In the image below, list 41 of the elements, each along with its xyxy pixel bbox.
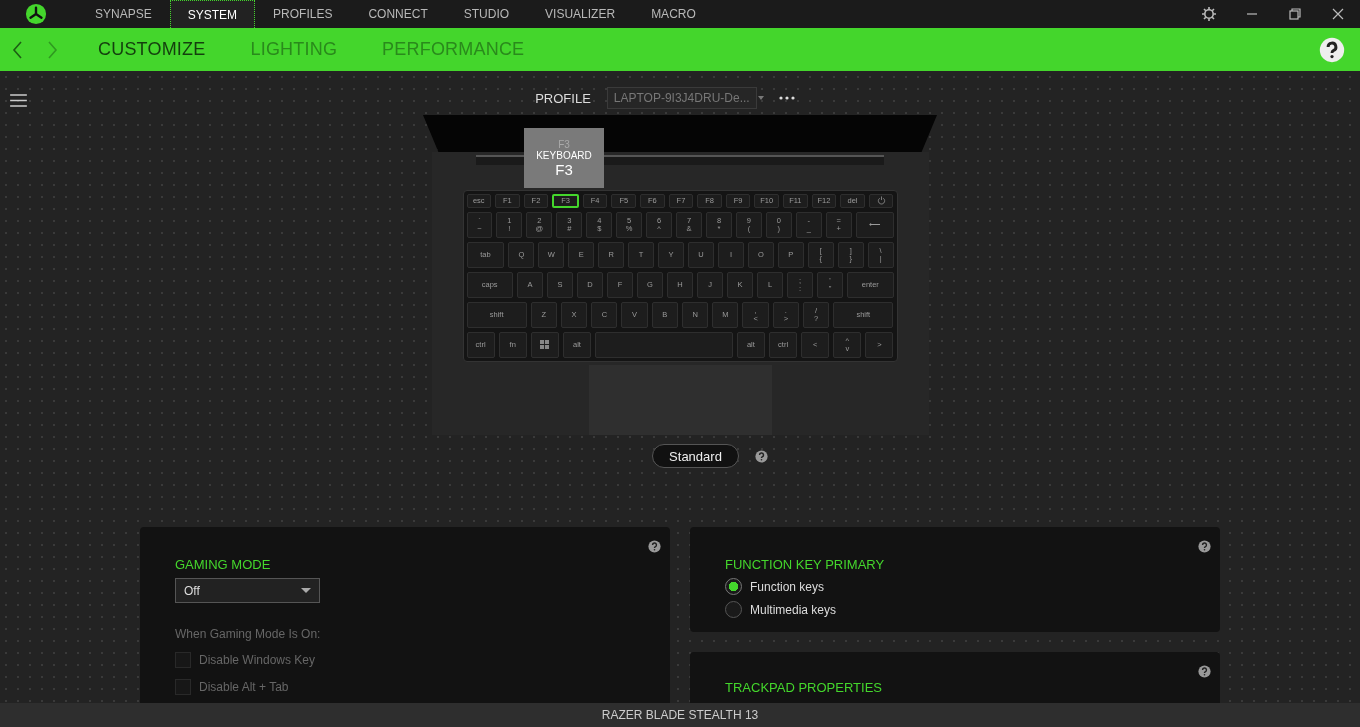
radio-label: Multimedia keys bbox=[750, 602, 837, 617]
nav-tab[interactable]: STUDIO bbox=[445, 0, 528, 28]
keyboard-key[interactable] bbox=[868, 194, 894, 208]
caret-icon bbox=[301, 588, 311, 593]
radio-label: Function keys bbox=[750, 579, 825, 594]
help-icon[interactable] bbox=[648, 540, 661, 553]
help-icon[interactable] bbox=[1198, 540, 1211, 553]
nav-tab[interactable]: SYNAPSE bbox=[77, 0, 170, 28]
gaming-mode-dropdown[interactable]: Off bbox=[175, 578, 320, 603]
help-icon[interactable] bbox=[1319, 36, 1345, 63]
caption-text: When Gaming Mode Is On: bbox=[175, 627, 322, 641]
radio-button[interactable] bbox=[725, 601, 742, 618]
caret-icon bbox=[757, 96, 764, 100]
nav-tab[interactable]: CONNECT bbox=[350, 0, 446, 28]
close-icon[interactable] bbox=[1330, 6, 1346, 22]
power-icon bbox=[876, 196, 886, 206]
tooltip-assignment: F3 bbox=[555, 160, 573, 178]
more-options-icon[interactable] bbox=[778, 96, 795, 100]
menu-icon[interactable] bbox=[10, 94, 27, 107]
checkbox-label: Disable Alt + Tab bbox=[199, 679, 289, 694]
keyboard-key[interactable] bbox=[530, 331, 559, 358]
app-logo-icon bbox=[25, 3, 47, 25]
section-title: FUNCTION KEY PRIMARY bbox=[725, 557, 886, 572]
restore-icon[interactable] bbox=[1287, 6, 1303, 22]
help-icon[interactable] bbox=[1198, 665, 1211, 678]
tooltip-category: KEYBOARD bbox=[536, 149, 592, 161]
nav-tab[interactable]: VISUALIZER bbox=[527, 0, 634, 28]
nav-tab[interactable]: SYSTEM bbox=[169, 0, 256, 28]
mode-button[interactable]: Standard bbox=[652, 444, 739, 468]
settings-icon[interactable] bbox=[1201, 6, 1217, 22]
radio-button[interactable] bbox=[725, 578, 742, 595]
section-title: TRACKPAD PROPERTIES bbox=[725, 680, 883, 695]
windows-logo-icon bbox=[540, 340, 550, 350]
profile-label: PROFILE bbox=[535, 90, 591, 106]
checkbox-label: Disable Windows Key bbox=[199, 652, 316, 667]
device-name: RAZER BLADE STEALTH 13 bbox=[601, 708, 759, 722]
nav-tab[interactable]: PROFILES bbox=[255, 0, 351, 28]
section-title: GAMING MODE bbox=[175, 557, 272, 572]
help-icon[interactable] bbox=[754, 449, 768, 463]
nav-tab[interactable]: MACRO bbox=[633, 0, 714, 28]
section-tab[interactable]: CUSTOMIZE bbox=[98, 39, 206, 60]
